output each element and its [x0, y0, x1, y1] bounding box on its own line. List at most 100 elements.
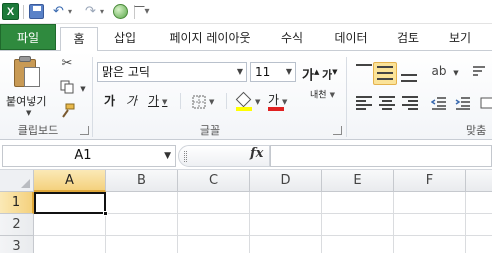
save-icon[interactable] — [29, 4, 44, 19]
redo-icon[interactable]: ↷ — [82, 3, 99, 20]
text-orientation-icon[interactable]: ab — [430, 62, 448, 80]
column-header-f[interactable]: F — [394, 170, 466, 192]
fill-handle[interactable] — [103, 211, 108, 216]
cell-b1[interactable] — [106, 192, 178, 214]
paste-button-label[interactable]: 붙여넣기 — [6, 93, 46, 109]
tab-data[interactable]: 데이터 — [326, 27, 376, 51]
cell-g2[interactable] — [466, 214, 492, 236]
chevron-down-icon[interactable]: ▼ — [164, 146, 171, 166]
undo-icon[interactable]: ↶ — [50, 3, 67, 20]
font-size-value: 11 — [255, 65, 271, 79]
cell-d3[interactable] — [250, 236, 322, 253]
row-header-3[interactable]: 3 — [0, 236, 34, 253]
excel-app-icon[interactable]: X — [2, 3, 19, 20]
name-box-value: A1 — [74, 148, 92, 163]
cell-a3[interactable] — [34, 236, 106, 253]
ribbon-tab-bar: 파일 홈 삽입 페이지 레이아웃 수식 데이터 검토 보기 — [0, 24, 492, 52]
cell-g1[interactable] — [466, 192, 492, 214]
tab-review[interactable]: 검토 — [390, 27, 426, 51]
column-header-next[interactable] — [466, 170, 492, 192]
column-header-d[interactable]: D — [250, 170, 322, 192]
italic-button[interactable]: 가 — [126, 91, 137, 111]
undo-dropdown-icon[interactable]: ▾ — [66, 3, 74, 20]
cell-e1[interactable] — [322, 192, 394, 214]
column-header-c[interactable]: C — [178, 170, 250, 192]
group-label-alignment: 맞춤 — [466, 124, 487, 137]
column-header-b[interactable]: B — [106, 170, 178, 192]
chevron-down-icon: ▼ — [209, 97, 215, 106]
column-header-e[interactable]: E — [322, 170, 394, 192]
paste-icon[interactable] — [12, 55, 42, 91]
align-top-icon[interactable] — [356, 64, 372, 78]
web-globe-icon[interactable] — [113, 4, 128, 19]
increase-indent-icon[interactable] — [454, 94, 472, 112]
fill-color-button[interactable]: ▼ — [235, 91, 260, 111]
font-size-combo[interactable]: 11 ▼ — [250, 62, 296, 82]
chevron-down-icon[interactable]: ▼ — [447, 64, 465, 82]
formula-input[interactable] — [270, 145, 492, 167]
chevron-down-icon: ▼ — [329, 91, 335, 99]
divider — [226, 93, 227, 109]
bold-button[interactable]: 가 — [104, 91, 115, 111]
toolbar-divider — [23, 5, 24, 19]
select-all-button[interactable] — [0, 170, 34, 192]
formula-bar-splitter-icon[interactable] — [184, 151, 187, 162]
tab-formulas[interactable]: 수식 — [274, 27, 310, 51]
cell-f3[interactable] — [394, 236, 466, 253]
cell-d1[interactable] — [250, 192, 322, 214]
chevron-down-icon: ▼ — [236, 67, 243, 76]
fill-color-swatch — [236, 106, 252, 111]
merge-center-icon[interactable] — [478, 94, 492, 112]
cell-e3[interactable] — [322, 236, 394, 253]
tab-file[interactable]: 파일 — [0, 24, 56, 50]
copy-dropdown-icon[interactable]: ▼ — [74, 80, 92, 98]
tab-view[interactable]: 보기 — [442, 27, 478, 51]
borders-icon — [192, 95, 206, 108]
divider — [180, 93, 181, 109]
align-right-icon[interactable] — [402, 96, 418, 110]
cell-f2[interactable] — [394, 214, 466, 236]
redo-dropdown-icon[interactable]: ▾ — [98, 3, 106, 20]
decrease-indent-icon[interactable] — [430, 94, 448, 112]
column-header-a[interactable]: A — [34, 170, 106, 192]
chevron-down-icon: ▼ — [282, 97, 288, 106]
worksheet-grid: A B C D E F 1 2 3 — [0, 170, 492, 253]
wrap-text-icon[interactable] — [470, 62, 488, 80]
row-header-2[interactable]: 2 — [0, 214, 34, 236]
shrink-font-button[interactable]: 가▼ — [322, 62, 338, 82]
cell-b3[interactable] — [106, 236, 178, 253]
underline-button[interactable]: 가 ▼ — [148, 91, 167, 111]
align-left-icon[interactable] — [356, 96, 372, 110]
tab-insert[interactable]: 삽입 — [104, 27, 146, 51]
cut-scissors-icon[interactable]: ✂ — [58, 54, 76, 72]
borders-button[interactable]: ▼ — [192, 91, 214, 111]
tab-page-layout[interactable]: 페이지 레이아웃 — [160, 27, 260, 51]
cell-c2[interactable] — [178, 214, 250, 236]
tab-home[interactable]: 홈 — [60, 27, 98, 52]
format-painter-icon[interactable] — [58, 102, 76, 120]
cell-a2[interactable] — [34, 214, 106, 236]
grow-font-button[interactable]: 가▲ — [302, 62, 319, 83]
align-bottom-icon[interactable] — [401, 68, 417, 82]
font-color-button[interactable]: 가 ▼ — [268, 91, 287, 111]
active-cell-outline[interactable] — [34, 192, 106, 214]
cell-d2[interactable] — [250, 214, 322, 236]
cell-g3[interactable] — [466, 236, 492, 253]
cell-c1[interactable] — [178, 192, 250, 214]
align-middle-icon — [377, 66, 393, 80]
font-launcher-icon[interactable] — [333, 126, 342, 135]
phonetic-guide-button[interactable]: 내천 ▼ — [310, 89, 335, 109]
row-header-1[interactable]: 1 — [0, 192, 34, 214]
align-center-icon[interactable] — [379, 96, 395, 110]
cell-c3[interactable] — [178, 236, 250, 253]
name-box[interactable]: A1 ▼ — [2, 145, 176, 167]
font-name-combo[interactable]: 맑은 고딕 ▼ — [97, 62, 247, 82]
insert-function-icon[interactable]: fx — [250, 146, 263, 161]
paste-dropdown-icon[interactable]: ▼ — [26, 109, 31, 117]
ribbon-home: 붙여넣기 ▼ ✂ ▼ 클립보드 맑은 고딕 ▼ 11 ▼ 가▲ 가▼ 가 가 가… — [0, 51, 492, 140]
cell-e2[interactable] — [322, 214, 394, 236]
cell-b2[interactable] — [106, 214, 178, 236]
clipboard-launcher-icon[interactable] — [80, 126, 89, 135]
customize-toolbar-icon[interactable]: ⎺▾ — [134, 3, 149, 20]
cell-f1[interactable] — [394, 192, 466, 214]
